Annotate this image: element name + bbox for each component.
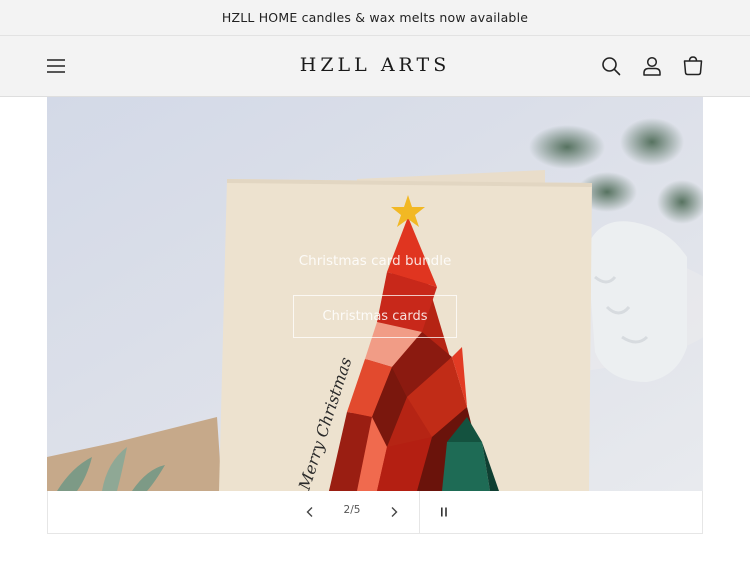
search-button[interactable] <box>595 50 627 82</box>
christmas-cards-button-label: Christmas cards <box>322 309 428 324</box>
pause-icon <box>441 507 447 517</box>
search-icon <box>602 57 621 76</box>
cart-icon <box>683 56 703 76</box>
previous-slide-button[interactable] <box>296 498 324 526</box>
slideshow-controls: 2/5 <box>47 491 703 534</box>
account-button[interactable] <box>636 50 668 82</box>
pause-slideshow-button[interactable] <box>430 498 458 526</box>
slide-content: Christmas card bundle Christmas cards <box>47 97 703 491</box>
slide-heading: Christmas card bundle <box>298 253 452 269</box>
announcement-bar: HZLL HOME candles & wax melts now availa… <box>0 0 750 36</box>
account-icon <box>643 56 661 76</box>
slide-counter: 2/5 <box>343 504 361 516</box>
cart-button[interactable] <box>677 50 709 82</box>
next-slide-button[interactable] <box>380 498 408 526</box>
chevron-left-icon <box>306 507 313 517</box>
christmas-cards-button[interactable]: Christmas cards <box>293 295 457 338</box>
controls-divider <box>419 491 420 534</box>
announcement-text: HZLL HOME candles & wax melts now availa… <box>221 10 529 25</box>
chevron-right-icon <box>391 507 398 517</box>
hero-slideshow: Merry Christmas Christmas card bundle Ch… <box>47 97 703 491</box>
site-header: HZLL ARTS <box>0 36 750 97</box>
